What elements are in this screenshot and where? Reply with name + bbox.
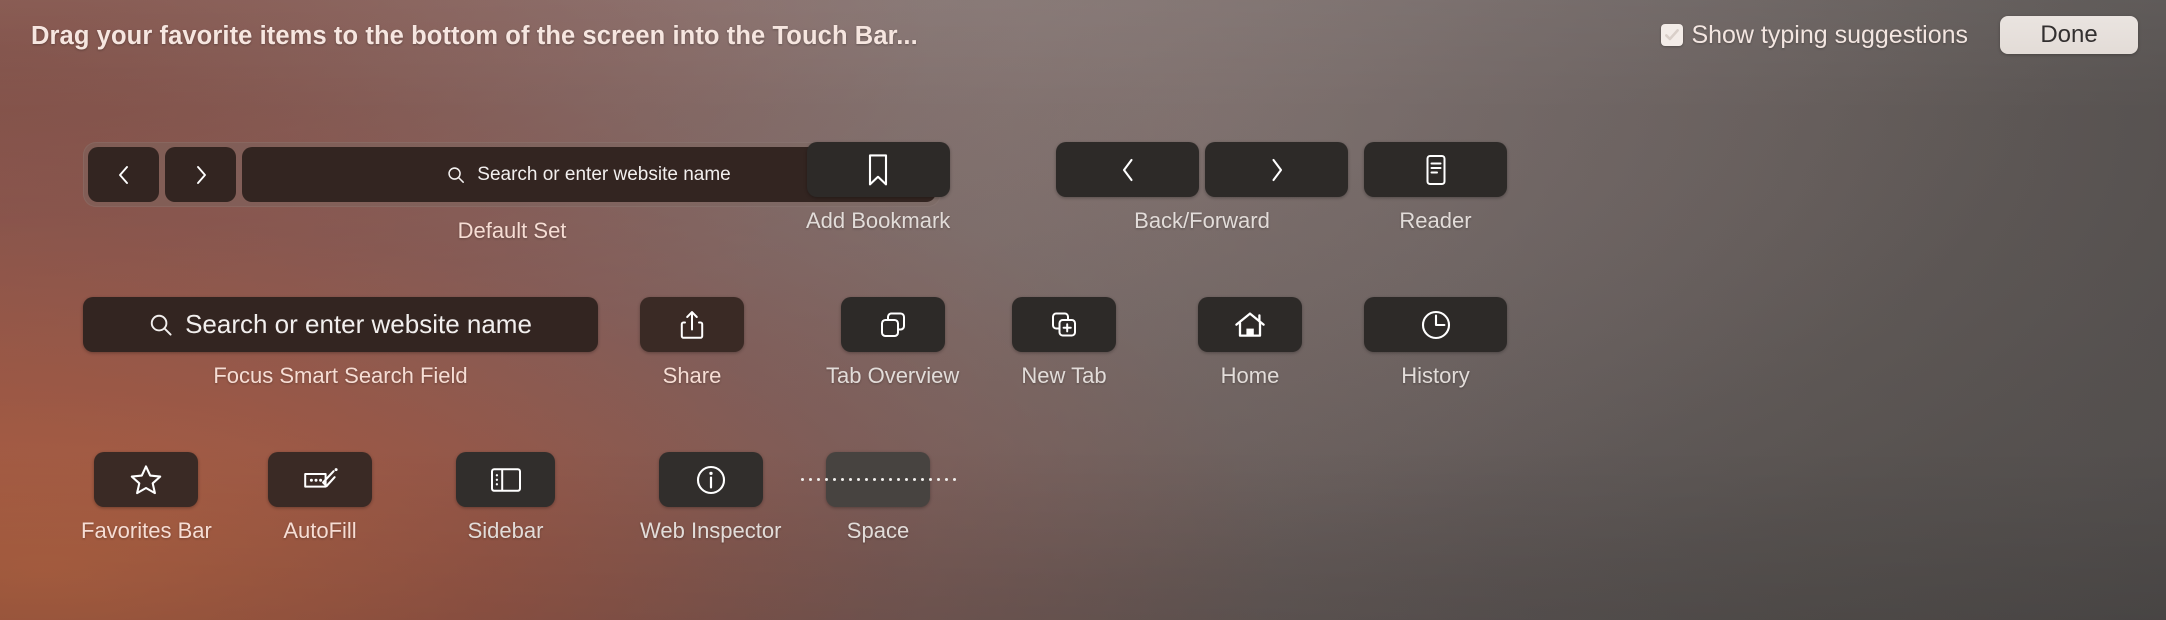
show-typing-suggestions-label: Show typing suggestions [1691,20,1968,49]
palette-caption-space: Space [846,518,910,543]
back-forward-back-key[interactable] [1056,142,1199,197]
palette-item-reader[interactable]: Reader [1364,142,1507,234]
clock-icon [1421,310,1450,339]
show-typing-suggestions-checkbox[interactable] [1661,24,1684,46]
palette-caption-favorites-bar: Favorites Bar [81,518,212,543]
stacked-squares-plus-icon [1052,312,1076,336]
smart-search-field-placeholder: Search or enter website name [477,163,731,185]
new-tab-key[interactable] [1012,297,1116,352]
palette-row-3: Favorites Bar AutoFill Sidebar Web Inspe… [0,452,2166,582]
palette-caption-back-forward: Back/Forward [1134,208,1270,233]
palette-item-add-bookmark[interactable]: Add Bookmark [806,142,950,234]
search-icon [150,314,172,336]
info-circle-icon [696,465,725,494]
add-bookmark-key[interactable] [806,142,950,197]
default-set-back-key[interactable] [88,147,159,202]
palette-caption-history: History [1401,363,1470,388]
autofill-key[interactable] [268,452,372,507]
share-key[interactable] [640,297,744,352]
palette-caption-reader: Reader [1399,208,1472,233]
palette-caption-tab-overview: Tab Overview [826,363,960,388]
reader-key[interactable] [1364,142,1507,197]
chevron-right-icon [196,165,206,184]
chevron-left-icon [1122,158,1133,181]
palette-caption-autofill: AutoFill [283,518,357,543]
palette-caption-focus-smart-search-field: Focus Smart Search Field [213,363,468,388]
tab-overview-key[interactable] [840,297,945,352]
done-button[interactable]: Done [2000,16,2138,54]
palette-caption-web-inspector: Web Inspector [640,518,782,543]
web-inspector-key[interactable] [658,452,763,507]
chevron-right-icon [1271,158,1282,181]
focus-search-field-placeholder: Search or enter website name [185,309,532,339]
chevron-left-icon [118,165,128,184]
palette-caption-share: Share [662,363,722,388]
share-arrow-up-icon [680,310,704,339]
palette-item-favorites-bar[interactable]: Favorites Bar [81,452,212,544]
palette-caption-new-tab: New Tab [1021,363,1107,388]
customize-header: Drag your favorite items to the bottom o… [0,0,2166,72]
focus-search-field-content: Search or enter website name [83,309,598,340]
sidebar-key[interactable] [456,452,555,507]
checkmark-icon [1665,29,1680,41]
history-key[interactable] [1364,297,1507,352]
stacked-squares-icon [880,312,905,337]
default-set-forward-key[interactable] [165,147,236,202]
back-forward-forward-key[interactable] [1205,142,1348,197]
star-icon [131,465,162,495]
palette-item-sidebar[interactable]: Sidebar [456,452,555,544]
dotted-line-icon [800,478,956,481]
page-title: Drag your favorite items to the bottom o… [31,22,918,50]
palette-item-focus-smart-search-field[interactable]: Search or enter website name Focus Smart… [83,297,598,389]
palette-item-space[interactable]: Space [800,452,956,544]
show-typing-suggestions-row[interactable]: Show typing suggestions [1661,21,1968,50]
sidebar-panel-icon [490,467,521,492]
palette-item-history[interactable]: History [1364,297,1507,389]
focus-smart-search-field-key[interactable]: Search or enter website name [83,297,598,352]
autofill-pencil-icon [304,467,338,488]
palette-item-new-tab[interactable]: New Tab [1012,297,1116,389]
palette-item-back-forward[interactable]: Back/Forward [1056,142,1348,234]
bookmark-icon [869,153,888,185]
palette-row-1: Search or enter website name Default Set… [0,142,2166,272]
reader-document-icon [1426,154,1445,185]
space-key[interactable] [800,452,956,507]
header-controls: Show typing suggestions Done [1661,16,2138,54]
palette-item-autofill[interactable]: AutoFill [268,452,372,544]
palette-item-tab-overview[interactable]: Tab Overview [826,297,959,389]
palette-caption-home: Home [1220,363,1280,388]
house-icon [1235,311,1265,337]
palette-item-web-inspector[interactable]: Web Inspector [640,452,781,544]
palette-row-2: Search or enter website name Focus Smart… [0,297,2166,427]
palette-caption-default-set: Default Set [457,218,567,243]
palette-caption-add-bookmark: Add Bookmark [806,208,951,233]
search-icon [448,166,465,183]
palette-caption-sidebar: Sidebar [467,518,544,543]
palette-item-home[interactable]: Home [1198,297,1302,389]
palette-item-share[interactable]: Share [640,297,744,389]
home-key[interactable] [1198,297,1302,352]
favorites-bar-key[interactable] [94,452,199,507]
